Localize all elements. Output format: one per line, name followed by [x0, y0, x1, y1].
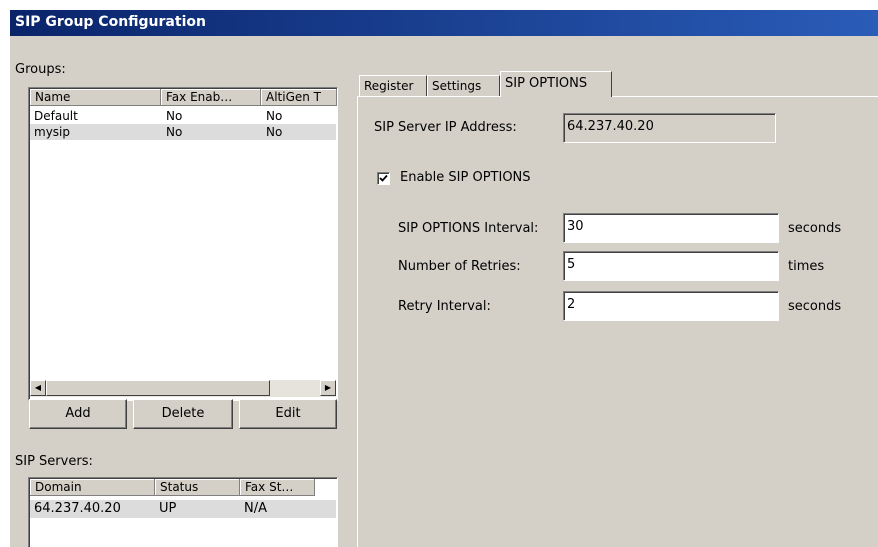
- options-interval-unit: seconds: [788, 221, 842, 236]
- scroll-left-arrow-icon[interactable]: ◀: [30, 380, 46, 396]
- title-bar: SIP Group Configuration: [10, 10, 878, 36]
- column-header-status[interactable]: Status: [155, 479, 240, 496]
- server-ip-field: 64.237.40.20: [563, 113, 776, 143]
- retry-interval-label: Retry Interval:: [398, 299, 491, 314]
- row-altigen: No: [266, 125, 283, 139]
- tab-settings[interactable]: Settings: [427, 75, 500, 97]
- sip-servers-list[interactable]: Domain Status Fax St… 64.237.40.20 UP N/…: [28, 477, 338, 547]
- tab-sip-options[interactable]: SIP OPTIONS: [500, 71, 612, 97]
- table-row[interactable]: Default No No: [30, 108, 336, 124]
- column-header-fax-status[interactable]: Fax St…: [240, 479, 315, 496]
- retry-interval-unit: seconds: [788, 299, 842, 314]
- row-domain: 64.237.40.20: [34, 501, 121, 516]
- column-header-altigen[interactable]: AltiGen T: [261, 89, 337, 106]
- sip-servers-label: SIP Servers:: [15, 454, 93, 469]
- column-header-fax-enabled[interactable]: Fax Enab…: [161, 89, 261, 106]
- row-name: Default: [34, 109, 78, 123]
- groups-label: Groups:: [15, 62, 66, 77]
- tab-register[interactable]: Register: [359, 75, 427, 97]
- table-row[interactable]: mysip No No: [30, 124, 336, 140]
- row-name: mysip: [34, 125, 70, 139]
- row-altigen: No: [266, 109, 283, 123]
- column-header-name[interactable]: Name: [30, 89, 161, 106]
- delete-button[interactable]: Delete: [133, 399, 233, 429]
- retries-unit: times: [788, 259, 825, 274]
- groups-list[interactable]: Name Fax Enab… AltiGen T Default No No m…: [28, 87, 338, 401]
- scrollbar-thumb[interactable]: [46, 380, 270, 396]
- row-fax-status: N/A: [244, 501, 267, 516]
- options-interval-input[interactable]: 30: [563, 213, 779, 243]
- retries-input[interactable]: 5: [563, 251, 779, 281]
- row-fax-enabled: No: [166, 109, 183, 123]
- sip-group-config-window: SIP Group Configuration Groups: Name Fax…: [10, 10, 878, 547]
- options-interval-label: SIP OPTIONS Interval:: [398, 221, 539, 236]
- add-button[interactable]: Add: [29, 399, 127, 429]
- groups-horizontal-scrollbar[interactable]: ◀ ▶: [30, 380, 336, 397]
- column-header-domain[interactable]: Domain: [30, 479, 155, 496]
- edit-button[interactable]: Edit: [239, 399, 337, 429]
- row-status: UP: [159, 501, 177, 516]
- window-title: SIP Group Configuration: [15, 14, 206, 30]
- checkmark-icon: [379, 174, 388, 182]
- row-fax-enabled: No: [166, 125, 183, 139]
- scroll-right-arrow-icon[interactable]: ▶: [320, 380, 336, 396]
- sip-options-panel: SIP Server IP Address: 64.237.40.20 Enab…: [357, 96, 878, 547]
- enable-sip-options-label[interactable]: Enable SIP OPTIONS: [400, 170, 531, 185]
- server-ip-label: SIP Server IP Address:: [374, 120, 517, 135]
- retry-interval-input[interactable]: 2: [563, 291, 779, 321]
- enable-sip-options-checkbox[interactable]: [377, 172, 390, 185]
- retries-label: Number of Retries:: [398, 259, 521, 274]
- table-row[interactable]: 64.237.40.20 UP N/A: [30, 500, 336, 518]
